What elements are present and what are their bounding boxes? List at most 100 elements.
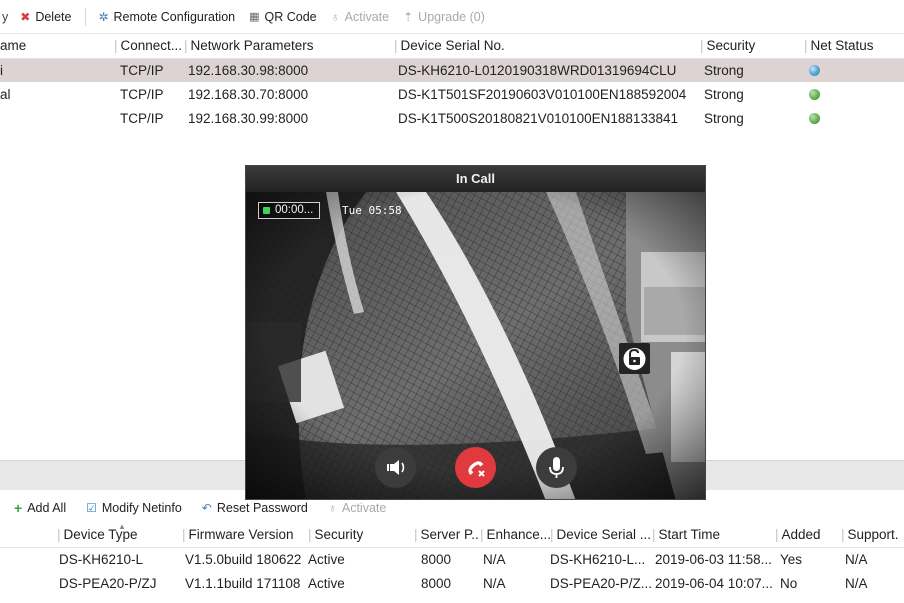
table-row[interactable]: TCP/IP 192.168.30.99:8000 DS-K1T500S2018…: [0, 106, 904, 130]
column-header-security[interactable]: | Security: [308, 522, 414, 548]
cell-name: al: [0, 86, 11, 102]
cell-serial: DS-KH6210-L0120190318WRD01319694CLU: [398, 62, 677, 78]
device-toolbar: y ✖ Delete ✲ Remote Configuration ▦ QR C…: [0, 0, 904, 34]
column-header-added[interactable]: | Added: [775, 522, 841, 548]
delete-label: Delete: [35, 9, 72, 24]
added-devices-table: ame | Connect... | Network Parameters | Dev…: [0, 34, 904, 130]
column-header-connection[interactable]: | Connect...: [114, 34, 184, 59]
table-row[interactable]: i TCP/IP 192.168.30.98:8000 DS-KH6210-L0…: [0, 58, 904, 82]
cell-security: Active: [308, 575, 345, 591]
column-header-device-type[interactable]: | Device Type: [57, 522, 182, 548]
activate-button-secondary[interactable]: ♁ Activate: [328, 501, 386, 515]
globe-icon: [809, 64, 820, 76]
toolbar-partial-item[interactable]: y: [2, 10, 8, 24]
table-header-row: ame | Connect... | Network Parameters | Dev…: [0, 34, 904, 59]
cell-server-port: 8000: [421, 551, 452, 567]
edit-icon: ☑: [86, 501, 97, 515]
activate-icon: ♁: [327, 501, 337, 515]
cell-name: i: [0, 62, 3, 78]
cell-enhanced: N/A: [483, 551, 506, 567]
cell-serial: DS-K1T501SF20190603V010100EN188592004: [398, 86, 687, 102]
cell-network: 192.168.30.70:8000: [188, 86, 309, 102]
cell-security: Strong: [704, 86, 744, 102]
cell-connection: TCP/IP: [120, 110, 164, 126]
volume-icon: [387, 460, 405, 475]
microphone-button[interactable]: [536, 447, 577, 488]
volume-button[interactable]: [375, 447, 416, 488]
remote-configuration-button[interactable]: ✲ Remote Configuration: [98, 10, 235, 24]
table-row[interactable]: al TCP/IP 192.168.30.70:8000 DS-K1T501SF…: [0, 82, 904, 106]
table-row[interactable]: DS-PEA20-P/ZJ V1.1.1build 171108 Active …: [0, 571, 904, 595]
add-all-button[interactable]: + Add All: [14, 500, 66, 516]
activate-label: Activate: [344, 9, 390, 24]
online-icon: [809, 112, 820, 124]
cell-name: [0, 106, 114, 130]
column-header-serial[interactable]: | Device Serial ...: [550, 522, 652, 548]
cell-support: N/A: [845, 575, 868, 591]
qr-code-button[interactable]: ▦ QR Code: [249, 10, 317, 24]
hangup-icon: [468, 461, 485, 477]
add-all-label: Add All: [27, 501, 67, 515]
activate-label: Activate: [341, 501, 387, 515]
delete-button[interactable]: ✖ Delete: [20, 10, 71, 24]
live-video-view: 00:00... Tue 05:58: [246, 192, 705, 499]
reset-password-button[interactable]: ↶ Reset Password: [202, 501, 308, 515]
recording-indicator: [263, 207, 270, 214]
activate-icon: ♁: [330, 9, 340, 24]
column-header-enhanced[interactable]: | Enhance...: [480, 522, 550, 548]
column-header-net-status[interactable]: | Net Status: [804, 34, 904, 59]
upgrade-label: Upgrade (0): [418, 9, 485, 24]
online-devices-toolbar: + Add All ☑ Modify Netinfo ↶ Reset Passw…: [0, 497, 904, 519]
online-devices-table: | Device Type | Firmware Version | Security…: [0, 522, 904, 595]
activate-button[interactable]: ♁ Activate: [331, 10, 389, 24]
column-header-server-port[interactable]: | Server P...: [414, 522, 480, 548]
undo-icon: ↶: [201, 501, 212, 515]
cell-device-type: DS-PEA20-P/ZJ: [59, 575, 157, 591]
table-row[interactable]: DS-KH6210-L V1.5.0build 180622 Active 80…: [0, 547, 904, 571]
cell-start-time: 2019-06-04 10:07...: [655, 575, 773, 591]
cell-security: Active: [308, 551, 345, 567]
column-header-support[interactable]: | Support.: [841, 522, 904, 548]
qr-code-icon: ▦: [249, 11, 260, 23]
dialog-title: In Call: [246, 166, 705, 192]
cell-enhanced: N/A: [483, 575, 506, 591]
call-timer: 00:00...: [258, 202, 321, 219]
modify-netinfo-button[interactable]: ☑ Modify Netinfo: [86, 501, 182, 515]
cell-firmware: V1.1.1build 171108: [185, 575, 301, 591]
upgrade-button[interactable]: ⇡ Upgrade (0): [403, 10, 485, 24]
microphone-icon: [549, 457, 564, 478]
unlock-icon: [623, 348, 646, 370]
delete-icon: ✖: [20, 9, 31, 24]
cell-network: 192.168.30.98:8000: [188, 62, 309, 78]
column-header-start-time[interactable]: | Start Time: [652, 522, 775, 548]
online-icon: [809, 88, 820, 100]
cell-firmware: V1.5.0build 180622: [185, 551, 302, 567]
cell-support: N/A: [845, 551, 868, 567]
remote-configuration-label: Remote Configuration: [113, 9, 236, 24]
osd-timestamp: Tue 05:58: [342, 204, 402, 217]
table-header-row: | Device Type | Firmware Version | Security…: [0, 522, 904, 548]
hangup-button[interactable]: [455, 447, 496, 488]
cell-start-time: 2019-06-03 11:58...: [655, 551, 772, 567]
cell-connection: TCP/IP: [120, 86, 164, 102]
cell-server-port: 8000: [421, 575, 452, 591]
cell-connection: TCP/IP: [120, 62, 164, 78]
cell-serial: DS-KH6210-L...: [550, 551, 646, 567]
column-header-serial[interactable]: | Device Serial No.: [394, 34, 700, 59]
toolbar-divider: [85, 7, 87, 26]
column-header-network[interactable]: | Network Parameters: [184, 34, 394, 59]
upgrade-icon: ⇡: [403, 9, 414, 24]
column-header-firmware[interactable]: | Firmware Version: [182, 522, 308, 548]
cell-serial: DS-PEA20-P/Z...: [550, 575, 652, 591]
qr-code-label: QR Code: [264, 9, 317, 24]
cell-added: Yes: [780, 551, 803, 567]
unlock-button[interactable]: [619, 343, 650, 374]
modify-netinfo-label: Modify Netinfo: [101, 501, 182, 515]
column-header-name[interactable]: ame: [0, 34, 114, 59]
cell-security: Strong: [704, 110, 744, 126]
column-header-security[interactable]: | Security: [700, 34, 804, 59]
cell-network: 192.168.30.99:8000: [188, 110, 309, 126]
cell-security: Strong: [704, 62, 744, 78]
cell-serial: DS-K1T500S20180821V010100EN188133841: [398, 110, 678, 126]
reset-password-label: Reset Password: [216, 501, 308, 515]
